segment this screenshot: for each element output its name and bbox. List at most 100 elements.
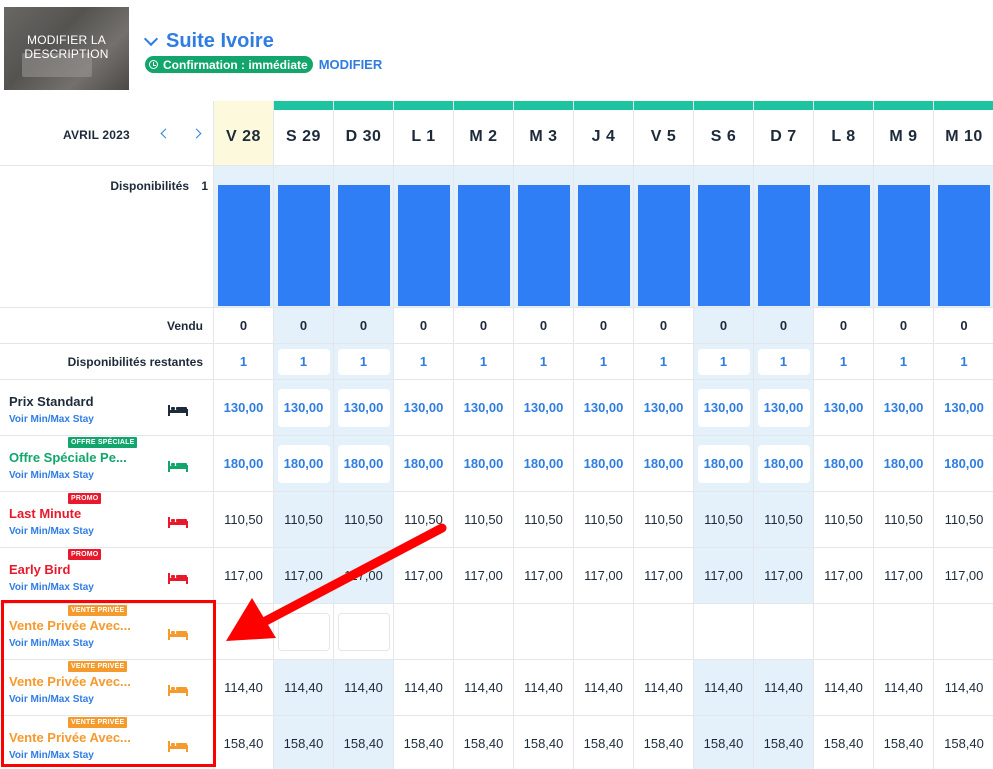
availability-bar[interactable] (337, 185, 390, 306)
price-cell[interactable]: 114,40 (814, 660, 874, 715)
price-cell[interactable]: 130,00 (634, 380, 694, 435)
availability-bar[interactable] (817, 185, 870, 306)
remaining-cell[interactable]: 1 (214, 344, 274, 379)
price-cell[interactable]: 180,00 (274, 436, 334, 491)
remaining-cell[interactable]: 1 (694, 344, 754, 379)
price-cell[interactable]: 158,40 (574, 716, 634, 769)
day-header[interactable]: M 3 (514, 101, 574, 165)
price-input[interactable]: 130,00 (757, 388, 810, 427)
price-cell[interactable]: 158,40 (934, 716, 993, 769)
min-max-stay-link[interactable]: Voir Min/Max Stay (9, 414, 94, 425)
day-header[interactable]: S 29 (274, 101, 334, 165)
price-cell[interactable]: 114,40 (394, 660, 454, 715)
chevron-down-icon[interactable] (143, 31, 159, 46)
price-cell[interactable]: 158,40 (634, 716, 694, 769)
rate-name[interactable]: Offre Spéciale Pe... (9, 450, 127, 465)
price-cell[interactable]: 158,40 (394, 716, 454, 769)
price-input[interactable]: 180,00 (757, 444, 810, 483)
price-cell[interactable]: 117,00 (514, 548, 574, 603)
day-header[interactable]: V 5 (634, 101, 694, 165)
availability-bar[interactable] (757, 185, 810, 306)
availability-bar[interactable] (397, 185, 450, 306)
price-cell[interactable]: 114,40 (934, 660, 993, 715)
price-cell[interactable] (454, 604, 514, 659)
price-cell[interactable]: 114,40 (334, 660, 394, 715)
price-cell[interactable]: 110,50 (934, 492, 993, 547)
availability-bar[interactable] (938, 185, 990, 306)
min-max-stay-link[interactable]: Voir Min/Max Stay (9, 470, 94, 481)
remaining-cell[interactable]: 1 (934, 344, 993, 379)
remaining-cell[interactable]: 1 (634, 344, 694, 379)
availability-cell[interactable] (874, 166, 934, 307)
price-cell[interactable]: 158,40 (454, 716, 514, 769)
availability-cell[interactable] (214, 166, 274, 307)
price-cell[interactable]: 180,00 (634, 436, 694, 491)
min-max-stay-link[interactable]: Voir Min/Max Stay (9, 526, 94, 537)
price-cell[interactable]: 114,40 (454, 660, 514, 715)
price-input[interactable]: 130,00 (697, 388, 750, 427)
availability-bar[interactable] (577, 185, 630, 306)
price-cell[interactable] (634, 604, 694, 659)
price-cell[interactable] (514, 604, 574, 659)
value-box[interactable]: 1 (697, 348, 750, 375)
price-cell[interactable]: 180,00 (874, 436, 934, 491)
price-cell[interactable]: 130,00 (874, 380, 934, 435)
price-cell[interactable]: 158,40 (874, 716, 934, 769)
day-header[interactable]: S 6 (694, 101, 754, 165)
price-cell[interactable]: 130,00 (754, 380, 814, 435)
price-cell[interactable]: 180,00 (694, 436, 754, 491)
price-cell[interactable]: 130,00 (274, 380, 334, 435)
availability-cell[interactable] (634, 166, 694, 307)
price-cell[interactable]: 117,00 (454, 548, 514, 603)
price-cell[interactable]: 117,00 (634, 548, 694, 603)
price-cell[interactable]: 158,40 (274, 716, 334, 769)
rate-name[interactable]: Prix Standard (9, 394, 94, 409)
availability-bar[interactable] (517, 185, 570, 306)
room-header[interactable]: Suite Ivoire (143, 30, 274, 53)
availability-bar[interactable] (457, 185, 510, 306)
price-cell[interactable] (814, 604, 874, 659)
price-cell[interactable]: 158,40 (334, 716, 394, 769)
rate-name[interactable]: Early Bird (9, 562, 70, 577)
price-cell[interactable]: 130,00 (814, 380, 874, 435)
availability-cell[interactable] (454, 166, 514, 307)
availability-cell[interactable] (814, 166, 874, 307)
day-header[interactable]: M 9 (874, 101, 934, 165)
day-header[interactable]: D 7 (754, 101, 814, 165)
price-cell[interactable]: 114,40 (754, 660, 814, 715)
price-input[interactable]: 130,00 (277, 388, 330, 427)
price-cell[interactable]: 114,40 (694, 660, 754, 715)
price-cell[interactable]: 114,40 (634, 660, 694, 715)
price-cell[interactable]: 180,00 (214, 436, 274, 491)
availability-bar[interactable] (877, 185, 930, 306)
price-cell[interactable]: 180,00 (514, 436, 574, 491)
price-cell[interactable]: 110,50 (814, 492, 874, 547)
remaining-cell[interactable]: 1 (574, 344, 634, 379)
availability-bar[interactable] (637, 185, 690, 306)
value-box[interactable]: 1 (337, 348, 390, 375)
price-cell[interactable]: 114,40 (274, 660, 334, 715)
room-thumbnail[interactable]: MODIFIER LA DESCRIPTION (4, 7, 129, 90)
price-cell[interactable]: 130,00 (514, 380, 574, 435)
price-cell[interactable]: 114,40 (214, 660, 274, 715)
availability-cell[interactable] (754, 166, 814, 307)
price-cell[interactable]: 180,00 (574, 436, 634, 491)
availability-cell[interactable] (694, 166, 754, 307)
price-cell[interactable]: 110,50 (514, 492, 574, 547)
day-header[interactable]: V 28 (214, 101, 274, 165)
value-box[interactable]: 1 (757, 348, 810, 375)
price-cell[interactable]: 110,50 (574, 492, 634, 547)
availability-cell[interactable] (394, 166, 454, 307)
availability-cell[interactable] (334, 166, 394, 307)
price-cell[interactable]: 180,00 (814, 436, 874, 491)
price-cell[interactable]: 110,50 (754, 492, 814, 547)
modify-link[interactable]: MODIFIER (319, 57, 383, 72)
price-cell[interactable]: 130,00 (334, 380, 394, 435)
availability-cell[interactable] (514, 166, 574, 307)
price-cell[interactable]: 180,00 (454, 436, 514, 491)
remaining-cell[interactable]: 1 (754, 344, 814, 379)
price-cell[interactable]: 158,40 (754, 716, 814, 769)
remaining-cell[interactable]: 1 (814, 344, 874, 379)
day-header[interactable]: M 10 (934, 101, 993, 165)
remaining-cell[interactable]: 1 (334, 344, 394, 379)
